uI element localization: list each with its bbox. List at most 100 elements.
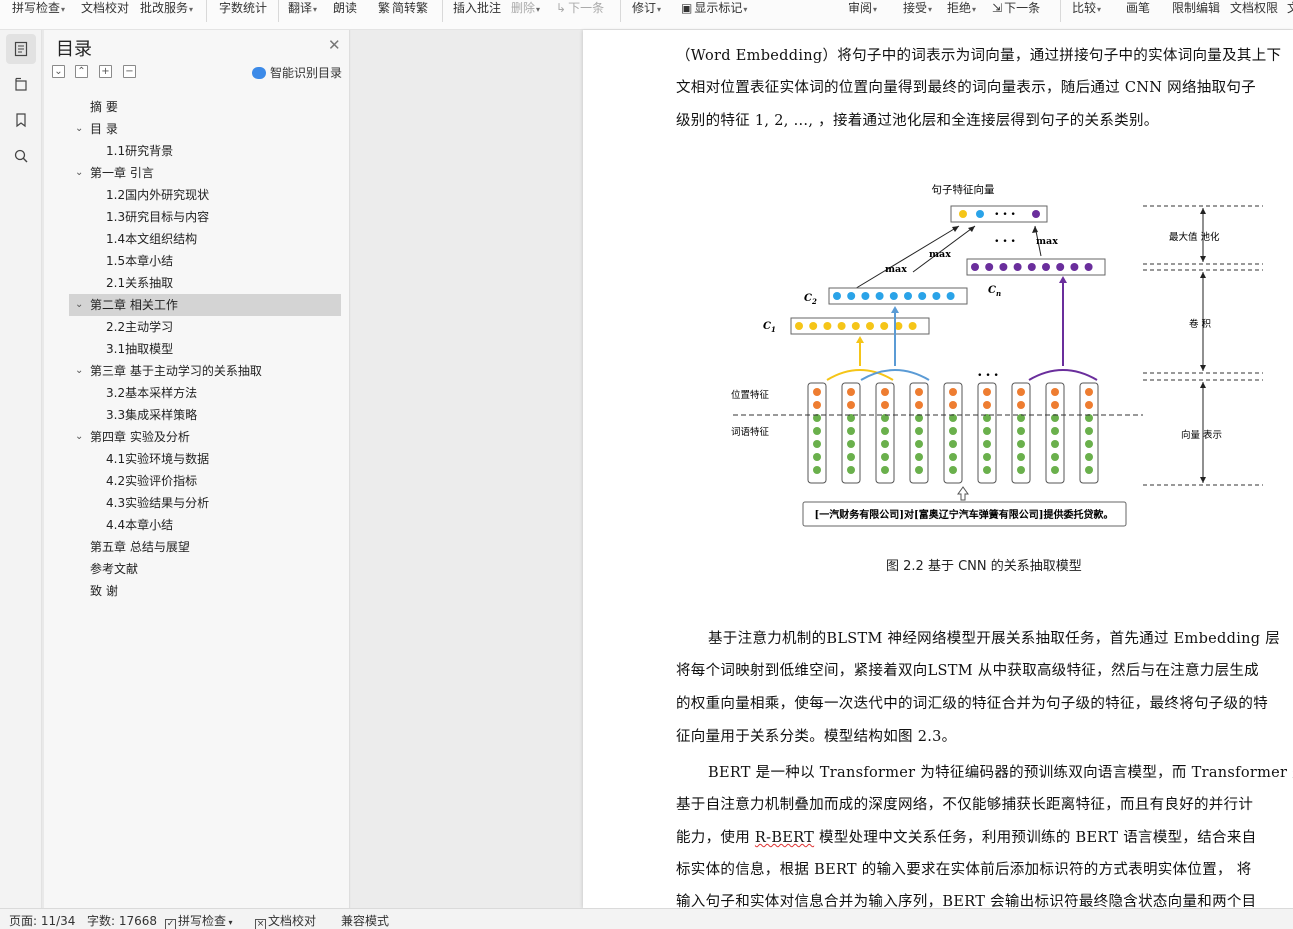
word-feature-dot xyxy=(1051,440,1059,448)
toc-item[interactable]: ⌄ 目 录 xyxy=(69,118,341,140)
arrowhead xyxy=(856,336,864,343)
next-change-button[interactable]: ⇲ 下一条 xyxy=(992,0,1040,16)
batch-service-button[interactable]: 批改服务▾ xyxy=(140,0,193,16)
spell-check-button[interactable]: 拼写检查▾ xyxy=(12,0,65,16)
toc-item[interactable]: 3.1抽取模型 xyxy=(69,338,341,360)
chevron-down-icon[interactable]: ⌄ xyxy=(75,162,83,184)
toc-item[interactable]: 3.3集成采样策略 xyxy=(69,404,341,426)
ellipsis: • • • xyxy=(994,210,1016,220)
doc-proof-button[interactable]: 文档校对 xyxy=(81,0,129,16)
remove-heading-icon[interactable]: − xyxy=(123,65,136,78)
review-button[interactable]: 审阅▾ xyxy=(848,0,877,16)
cn-label: Cn xyxy=(988,285,1001,298)
toc-item[interactable]: 4.4本章小结 xyxy=(69,514,341,536)
toc-item[interactable]: 3.2基本采样方法 xyxy=(69,382,341,404)
body-text: 能力，使用 xyxy=(676,830,755,846)
word-feature-dot xyxy=(847,427,855,435)
word-feature-dot xyxy=(915,440,923,448)
toc-panel-button[interactable] xyxy=(6,34,36,64)
compare-button[interactable]: 比较▾ xyxy=(1072,0,1101,16)
toc-item-label: 1.1研究背景 xyxy=(106,144,174,158)
toc-item[interactable]: 1.4本文组织结构 xyxy=(69,228,341,250)
word-feature-dot xyxy=(847,440,855,448)
spell-check-status[interactable]: ✓ 拼写检查 ▾ xyxy=(165,912,233,929)
accept-label: 接受 xyxy=(903,1,928,15)
document-page[interactable]: （Word Embedding）将句子中的词表示为词向量，通过拼接句子中的实体词… xyxy=(583,30,1293,908)
toc-item[interactable]: 2.1关系抽取 xyxy=(69,272,341,294)
body-line: 征向量用于关系分类。模型结构如图 2.3。 xyxy=(676,729,957,745)
toc-item[interactable]: 致 谢 xyxy=(69,580,341,602)
doc-permission-button[interactable]: 文档权限 xyxy=(1230,0,1278,16)
smart-toc-button[interactable]: 智能识别目录 xyxy=(252,64,342,81)
word-count-button[interactable]: 字数统计 xyxy=(219,0,267,16)
toc-item[interactable]: 1.5本章小结 xyxy=(69,250,341,272)
toc-item[interactable]: 4.3实验结果与分析 xyxy=(69,492,341,514)
body-line: 能力，使用 R-BERT 模型处理中文关系任务，利用预训练的 BERT 语言模型… xyxy=(676,826,1256,847)
bookmark-button[interactable] xyxy=(6,105,36,135)
markup-icon: ▣ xyxy=(681,1,693,15)
chevron-down-icon[interactable]: ⌄ xyxy=(75,426,83,448)
word-feature-dot xyxy=(813,427,821,435)
max-label: max xyxy=(1036,236,1058,247)
sections-icon xyxy=(15,77,27,91)
smart-toc-label: 智能识别目录 xyxy=(270,66,343,80)
read-aloud-button[interactable]: 朗读 xyxy=(333,0,357,16)
toc-item[interactable]: 2.2主动学习 xyxy=(69,316,341,338)
toc-item-label: 2.2主动学习 xyxy=(106,320,174,334)
collapse-all-icon[interactable]: ⌄ xyxy=(52,65,65,78)
toc-item[interactable]: ⌄ 第三章 基于主动学习的关系抽取 xyxy=(69,360,341,382)
ink-button[interactable]: 画笔 xyxy=(1126,0,1150,16)
delete-comment-button[interactable]: 删除▾ xyxy=(511,0,540,16)
next-comment-button[interactable]: ↳ 下一条 xyxy=(556,0,604,16)
more-button[interactable]: 文 xyxy=(1287,0,1293,16)
add-heading-icon[interactable]: + xyxy=(99,65,112,78)
doc-proof-status-label: 文档校对 xyxy=(268,914,317,928)
toc-item[interactable]: 1.3研究目标与内容 xyxy=(69,206,341,228)
c2-label: C2 xyxy=(804,293,817,306)
navigation-button[interactable] xyxy=(6,69,36,99)
toc-item[interactable]: ⌄ 第二章 相关工作 xyxy=(69,294,341,316)
toc-item[interactable]: ⌄ 第一章 引言 xyxy=(69,162,341,184)
body-line: 的权重向量相乘，使每一次迭代中的词汇级的特征合并为句子级的特征，最终将句子级的特 xyxy=(676,696,1268,712)
translate-button[interactable]: 翻译▾ xyxy=(288,0,317,16)
toc-item[interactable]: 第五章 总结与展望 xyxy=(69,536,341,558)
chevron-down-icon: ▾ xyxy=(972,5,977,14)
feature-dot xyxy=(1056,263,1065,271)
chevron-down-icon[interactable]: ⌄ xyxy=(75,118,83,140)
ribbon-divider xyxy=(620,0,621,22)
word-count-indicator[interactable]: 字数: 17668 xyxy=(87,912,157,929)
body-line: 基于注意力机制的BLSTM 神经网络模型开展关系抽取任务，首先通过 Embedd… xyxy=(708,631,1281,647)
revise-button[interactable]: 修订▾ xyxy=(632,0,661,16)
toc-item-label: 3.3集成采样策略 xyxy=(106,408,198,422)
ribbon-divider xyxy=(442,0,443,22)
feature-dot xyxy=(932,292,941,300)
toc-item[interactable]: 1.2国内外研究现状 xyxy=(69,184,341,206)
page-indicator[interactable]: 页面: 11/34 xyxy=(9,912,75,929)
toc-item[interactable]: 摘 要 xyxy=(69,96,341,118)
restrict-edit-button[interactable]: 限制编辑 xyxy=(1172,0,1220,16)
chevron-down-icon: ▾ xyxy=(657,5,662,14)
position-feature-dot xyxy=(1085,388,1093,396)
close-icon[interactable]: ✕ xyxy=(328,36,341,54)
simp-trad-button[interactable]: 繁简转繁 xyxy=(378,0,428,16)
doc-proof-status[interactable]: × 文档校对 xyxy=(255,912,316,929)
accept-button[interactable]: 接受▾ xyxy=(903,0,932,16)
show-markup-button[interactable]: ▣ 显示标记▾ xyxy=(681,0,747,16)
toc-item-label: 致 谢 xyxy=(90,584,118,598)
ellipsis: • • • xyxy=(977,371,999,381)
reject-button[interactable]: 拒绝▾ xyxy=(947,0,976,16)
input-arrow xyxy=(957,486,969,501)
search-button[interactable] xyxy=(6,141,36,171)
expand-all-icon[interactable]: ⌃ xyxy=(75,65,88,78)
toc-item[interactable]: 1.1研究背景 xyxy=(69,140,341,162)
insert-comment-button[interactable]: 插入批注 xyxy=(453,0,501,16)
word-feature-dot xyxy=(1017,427,1025,435)
chevron-down-icon[interactable]: ⌄ xyxy=(75,294,83,316)
word-feature-dot xyxy=(1085,466,1093,474)
chevron-down-icon[interactable]: ⌄ xyxy=(75,360,83,382)
toc-item[interactable]: 4.2实验评价指标 xyxy=(69,470,341,492)
toc-item[interactable]: 参考文献 xyxy=(69,558,341,580)
arrowhead xyxy=(1059,276,1067,283)
toc-item[interactable]: ⌄ 第四章 实验及分析 xyxy=(69,426,341,448)
toc-item[interactable]: 4.1实验环境与数据 xyxy=(69,448,341,470)
